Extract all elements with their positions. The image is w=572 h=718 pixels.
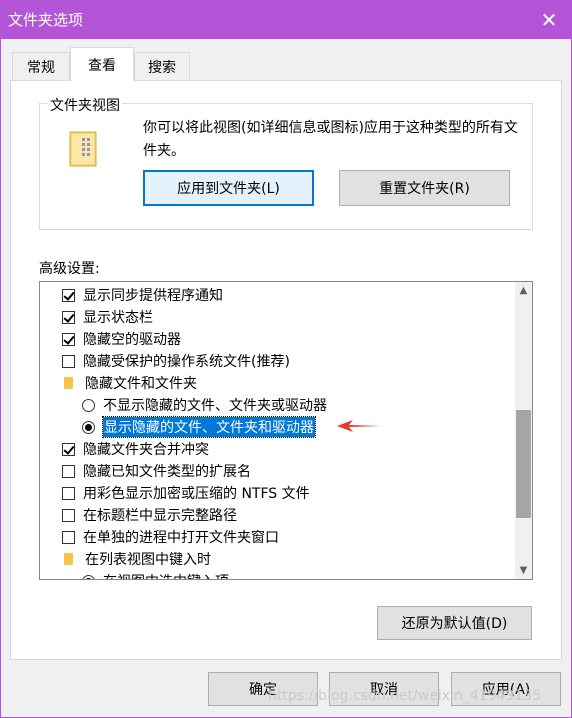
list-item-label: 在标题栏中显示完整路径	[83, 508, 237, 524]
list-item[interactable]: 在标题栏中显示完整路径	[62, 504, 237, 526]
folder-views-label: 文件夹视图	[48, 95, 122, 115]
button-label: 还原为默认值(D)	[401, 616, 508, 632]
button-label: 重置文件夹(R)	[379, 181, 470, 197]
checkbox[interactable]	[62, 442, 75, 456]
list-item[interactable]: 不显示隐藏的文件、文件夹或驱动器	[82, 394, 327, 416]
radio-button[interactable]	[82, 420, 95, 434]
list-item: 隐藏文件和文件夹	[62, 372, 197, 394]
checkbox[interactable]	[62, 486, 75, 500]
list-item[interactable]: 在视图中选中键入项	[82, 570, 229, 579]
list-item[interactable]: 显示状态栏	[62, 306, 153, 328]
list-item-label: 用彩色显示加密或压缩的 NTFS 文件	[83, 486, 310, 502]
reset-folders-button[interactable]: 重置文件夹(R)	[339, 170, 510, 206]
list-item-label: 在视图中选中键入项	[103, 571, 229, 579]
tab-label: 查看	[88, 57, 116, 74]
window-title: 文件夹选项	[8, 11, 84, 29]
list-item-label: 显示隐藏的文件、文件夹和驱动器	[102, 416, 316, 438]
checkbox[interactable]	[62, 310, 75, 324]
folder-icon	[64, 553, 73, 565]
advanced-settings-label: 高级设置:	[39, 261, 100, 277]
scroll-down-icon[interactable]: ▼	[515, 562, 532, 579]
tab-label: 常规	[27, 59, 55, 76]
list-item[interactable]: 显示同步提供程序通知	[62, 284, 223, 306]
checkbox[interactable]	[62, 508, 75, 522]
list-item[interactable]: 隐藏已知文件类型的扩展名	[62, 460, 251, 482]
list-item[interactable]: 用彩色显示加密或压缩的 NTFS 文件	[62, 482, 310, 504]
tab-view[interactable]: 查看	[70, 47, 134, 81]
watermark: https://blog.csdn.net/weixin_41949135	[268, 688, 542, 704]
tab-label: 搜索	[148, 59, 176, 76]
list-item-label: 不显示隐藏的文件、文件夹或驱动器	[103, 398, 327, 414]
checkbox[interactable]	[62, 332, 75, 346]
folder-views-description: 你可以将此视图(如详细信息或图标)应用于这种类型的所有文件夹。	[143, 120, 518, 159]
list-item[interactable]: 显示隐藏的文件、文件夹和驱动器	[82, 416, 316, 438]
list-item-label: 隐藏空的驱动器	[83, 332, 181, 348]
vertical-scrollbar[interactable]: ▲ ▼	[515, 282, 532, 579]
checkbox[interactable]	[62, 464, 75, 478]
radio-button[interactable]	[82, 398, 95, 412]
list-item-label: 隐藏已知文件类型的扩展名	[83, 464, 251, 480]
checkbox[interactable]	[62, 530, 75, 544]
list-item-label: 隐藏受保护的操作系统文件(推荐)	[83, 354, 290, 370]
radio-button[interactable]	[82, 574, 95, 579]
checkbox[interactable]	[62, 288, 75, 302]
advanced-settings-list[interactable]: 显示同步提供程序通知 显示状态栏 隐藏空的驱动器 隐藏受保护的操作系统文件(推荐…	[39, 281, 533, 580]
scroll-thumb[interactable]	[516, 410, 531, 518]
list-item-label: 在单独的进程中打开文件夹窗口	[83, 530, 279, 546]
checkbox[interactable]	[62, 354, 75, 368]
list-item[interactable]: 在单独的进程中打开文件夹窗口	[62, 526, 279, 548]
list-item-label: 隐藏文件和文件夹	[85, 376, 197, 392]
list-item-label: 显示同步提供程序通知	[83, 288, 223, 304]
list-item-label: 在列表视图中键入时	[85, 552, 211, 568]
folder-icon	[64, 377, 73, 389]
list-item: 在列表视图中键入时	[62, 548, 211, 570]
list-item[interactable]: 隐藏受保护的操作系统文件(推荐)	[62, 350, 290, 372]
title-bar: 文件夹选项 ✕	[0, 0, 572, 39]
list-item-label: 显示状态栏	[83, 310, 153, 326]
restore-defaults-button[interactable]: 还原为默认值(D)	[377, 606, 532, 640]
apply-to-folders-button[interactable]: 应用到文件夹(L)	[143, 170, 314, 206]
button-label: 应用到文件夹(L)	[177, 181, 280, 197]
scroll-up-icon[interactable]: ▲	[515, 282, 532, 299]
red-arrow-annotation	[337, 420, 381, 432]
list-item-label: 隐藏文件夹合并冲突	[83, 442, 209, 458]
tab-search[interactable]: 搜索	[134, 52, 190, 80]
list-item[interactable]: 隐藏文件夹合并冲突	[62, 438, 209, 460]
folder-view-icon	[69, 131, 97, 167]
list-item[interactable]: 隐藏空的驱动器	[62, 328, 181, 350]
tab-general[interactable]: 常规	[12, 52, 70, 80]
close-icon[interactable]: ✕	[526, 0, 572, 39]
